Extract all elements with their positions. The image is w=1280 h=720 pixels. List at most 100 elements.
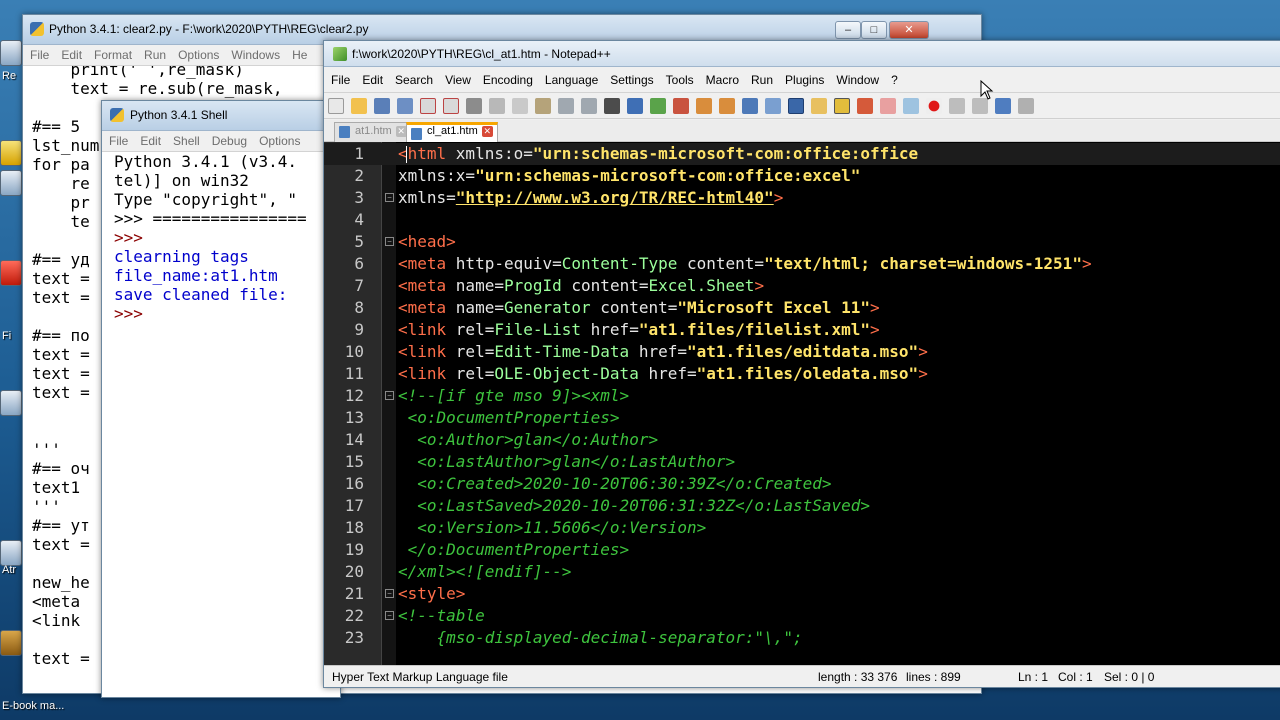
menu-tools[interactable]: Tools [659, 70, 699, 87]
fold-toggle-icon[interactable]: − [385, 193, 394, 202]
menu-options[interactable]: Options [252, 131, 305, 148]
code-text: <link rel=File-List href="at1.files/file… [398, 319, 880, 341]
menu-format[interactable]: Format [87, 45, 137, 62]
menu-run[interactable]: Run [744, 70, 778, 87]
menu-shell[interactable]: Shell [166, 131, 205, 148]
folder-workspace-icon[interactable] [880, 98, 896, 114]
token-value: OLE-Object-Data [494, 364, 649, 383]
menu-edit[interactable]: Edit [54, 45, 87, 62]
close-button[interactable]: ✕ [889, 21, 929, 39]
token-comment: <o:Version>11.5606</o:Version> [398, 518, 707, 537]
token-string: "urn:schemas-microsoft-com:office:office [532, 144, 919, 163]
doc-map-icon[interactable] [834, 98, 850, 114]
menu-file[interactable]: File [102, 131, 133, 148]
menu-options[interactable]: Options [171, 45, 224, 62]
python-shell-window[interactable]: Python 3.4.1 Shell File Edit Shell Debug Opt… [101, 100, 341, 698]
desktop-icon[interactable] [0, 390, 22, 416]
open-file-icon[interactable] [351, 98, 367, 114]
desktop-icon[interactable] [0, 170, 22, 196]
function-list-icon[interactable] [857, 98, 873, 114]
desktop-icon[interactable] [0, 630, 22, 656]
file-icon [411, 128, 422, 140]
redo-icon[interactable] [581, 98, 597, 114]
menu-macro[interactable]: Macro [699, 70, 744, 87]
copy-icon[interactable] [512, 98, 528, 114]
token-value: File-List [494, 320, 591, 339]
minimize-button[interactable]: – [835, 21, 861, 39]
maximize-button[interactable]: □ [861, 21, 887, 39]
stop-macro-icon[interactable] [949, 98, 965, 114]
menu-settings[interactable]: Settings [603, 70, 658, 87]
play-macro-icon[interactable] [972, 98, 988, 114]
save-all-icon[interactable] [397, 98, 413, 114]
fold-toggle-icon[interactable]: − [385, 237, 394, 246]
line-number: 5 [354, 232, 364, 251]
menu-language[interactable]: Language [538, 70, 603, 87]
menu-file[interactable]: File [324, 70, 355, 87]
indent-guide-icon[interactable] [788, 98, 804, 114]
menu-window[interactable]: Window [829, 70, 884, 87]
menu-file[interactable]: File [23, 45, 54, 62]
token-string: "at1.files/filelist.xml" [638, 320, 871, 339]
menu-help[interactable]: He [285, 45, 312, 62]
line-number: 6 [354, 254, 364, 273]
menu-run[interactable]: Run [137, 45, 171, 62]
fold-toggle-icon[interactable]: − [385, 589, 394, 598]
python-shell-text[interactable]: Python 3.4.1 (v3.4. tel)] on win32 Type "c… [102, 152, 340, 697]
python-shell-titlebar[interactable]: Python 3.4.1 Shell [102, 101, 340, 131]
close-file-icon[interactable] [420, 98, 436, 114]
menu-debug[interactable]: Debug [205, 131, 252, 148]
menu-encoding[interactable]: Encoding [476, 70, 538, 87]
sync-h-icon[interactable] [719, 98, 735, 114]
udl-icon[interactable] [811, 98, 827, 114]
close-tab-icon[interactable]: ✕ [481, 126, 493, 137]
find-icon[interactable] [604, 98, 620, 114]
python-shell-title: Python 3.4.1 Shell [130, 108, 228, 122]
zoom-out-icon[interactable] [673, 98, 689, 114]
record-macro-icon[interactable] [926, 98, 942, 114]
desktop-icon[interactable] [0, 540, 22, 566]
notepadpp-titlebar[interactable]: f:\work\2020\PYTH\REG\cl_at1.htm - Notep… [324, 41, 1280, 67]
menu-edit[interactable]: Edit [133, 131, 166, 148]
desktop-icon[interactable] [0, 140, 22, 166]
sync-v-icon[interactable] [696, 98, 712, 114]
menu-search[interactable]: Search [388, 70, 438, 87]
shell-line: tel)] on win32 [114, 171, 249, 190]
desktop-icon[interactable] [0, 260, 22, 286]
save-macro-icon[interactable] [1018, 98, 1034, 114]
menu-view[interactable]: View [438, 70, 476, 87]
code-line: 8 <meta name=Generator content="Microsoft… [324, 297, 1280, 319]
save-icon[interactable] [374, 98, 390, 114]
tab-cl-at1[interactable]: cl_at1.htm ✕ [406, 122, 498, 143]
word-wrap-icon[interactable] [742, 98, 758, 114]
shell-line: Python 3.4.1 (v3.4. [114, 152, 298, 171]
cut-icon[interactable] [489, 98, 505, 114]
code-line: text = re.sub(re_mask, [32, 79, 283, 98]
tab-at1[interactable]: at1.htm ✕ [334, 122, 412, 142]
code-line: 16 <o:Created>2020-10-20T06:30:39Z</o:Cr… [324, 473, 1280, 495]
print-icon[interactable] [466, 98, 482, 114]
replace-icon[interactable] [627, 98, 643, 114]
new-file-icon[interactable] [328, 98, 344, 114]
token-attr: href= [648, 364, 697, 383]
notepadpp-window[interactable]: f:\work\2020\PYTH\REG\cl_at1.htm - Notep… [323, 40, 1280, 688]
code-text: xmlns="http://www.w3.org/TR/REC-html40"> [398, 187, 783, 209]
text-cursor [406, 146, 407, 163]
close-all-icon[interactable] [443, 98, 459, 114]
menu-edit[interactable]: Edit [355, 70, 388, 87]
show-all-chars-icon[interactable] [765, 98, 781, 114]
paste-icon[interactable] [535, 98, 551, 114]
menu-help[interactable]: ? [884, 70, 903, 87]
fold-toggle-icon[interactable]: − [385, 391, 394, 400]
monitor-icon[interactable] [903, 98, 919, 114]
code-text: <o:DocumentProperties> [398, 407, 620, 429]
desktop-icon[interactable] [0, 40, 22, 66]
zoom-in-icon[interactable] [650, 98, 666, 114]
fold-toggle-icon[interactable]: − [385, 611, 394, 620]
code-editor[interactable]: 1 <html xmlns:o="urn:schemas-microsoft-co… [324, 142, 1280, 665]
run-macro-multiple-icon[interactable] [995, 98, 1011, 114]
token-value: Content-Type [561, 254, 687, 273]
undo-icon[interactable] [558, 98, 574, 114]
menu-windows[interactable]: Windows [224, 45, 285, 62]
menu-plugins[interactable]: Plugins [778, 70, 829, 87]
